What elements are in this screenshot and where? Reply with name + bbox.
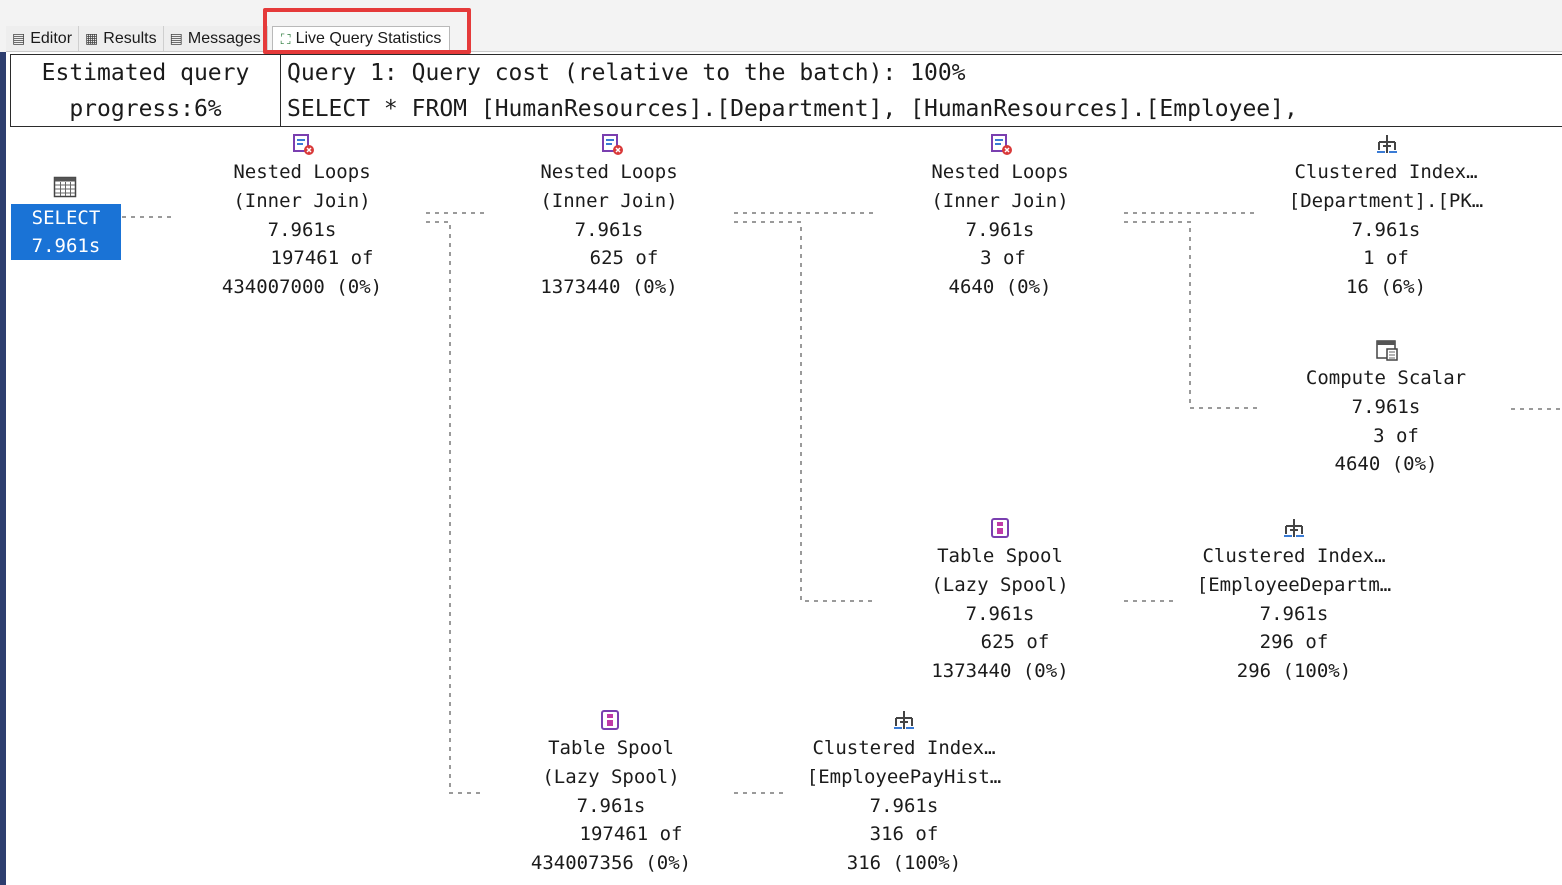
node-operator: Clustered Index…	[1294, 161, 1478, 183]
node-subtype: (Inner Join)	[540, 189, 678, 212]
node-estimate: 4640 (0%)	[1334, 453, 1438, 476]
table-spool-icon	[598, 708, 622, 732]
node-rows: 296 of	[1259, 631, 1329, 654]
node-operator: Nested Loops	[931, 161, 1069, 183]
node-operator: Compute Scalar	[1305, 367, 1467, 389]
plan-node-table-spool-1[interactable]: Table Spool (Lazy Spool) 7.961s 625 of 1…	[900, 542, 1100, 686]
node-time: 7.961s	[965, 218, 1035, 241]
tab-messages[interactable]: ▤ Messages	[163, 26, 268, 51]
progress-cell: Estimated query progress:6%	[11, 55, 281, 126]
tab-strip: ▤ Editor ▦ Results ▤ Messages ⛶ Live Que…	[6, 26, 451, 51]
connector-nl1-spool2	[426, 221, 484, 794]
node-rows: 316 of	[869, 823, 939, 846]
nested-loops-icon	[600, 132, 624, 156]
tab-bar: ▤ Editor ▦ Results ▤ Messages ⛶ Live Que…	[0, 0, 1562, 52]
node-time: 7.961s	[869, 794, 939, 817]
node-object: [Department].[PK…	[1288, 189, 1484, 212]
messages-icon: ▤	[169, 30, 183, 46]
node-subtype: (Inner Join)	[233, 189, 371, 212]
clustered-index-icon	[1282, 516, 1306, 540]
node-subtype: (Lazy Spool)	[542, 765, 680, 788]
tab-divider	[6, 51, 1562, 52]
node-subtype: (Lazy Spool)	[931, 573, 1069, 596]
plan-node-nested-loops-3[interactable]: Nested Loops (Inner Join) 7.961s 3 of 46…	[900, 158, 1100, 302]
node-object: [EmployeePayHist…	[806, 765, 1002, 788]
node-operator: Table Spool	[937, 545, 1063, 567]
query-cell: Query 1: Query cost (relative to the bat…	[287, 55, 1562, 126]
tab-results[interactable]: ▦ Results	[79, 26, 164, 51]
query-text: SELECT * FROM [HumanResources].[Departme…	[287, 96, 1298, 122]
plan-node-clustered-index-employee-department[interactable]: Clustered Index… [EmployeeDepartm… 7.961…	[1176, 542, 1412, 686]
node-time: 7.961s	[1351, 395, 1421, 418]
node-object: [EmployeeDepartm…	[1196, 573, 1392, 596]
node-time: 7.961s	[576, 794, 646, 817]
node-estimate: 434007000 (0%)	[221, 276, 383, 299]
clustered-index-icon	[892, 708, 916, 732]
node-estimate: 1373440 (0%)	[540, 276, 678, 299]
node-estimate: 296 (100%)	[1236, 660, 1352, 683]
node-rows: 197461 of	[579, 823, 683, 846]
connector-nl2-spool1	[734, 221, 874, 602]
tab-live-query-statistics-label: Live Query Statistics	[295, 30, 442, 47]
select-result-icon	[53, 175, 77, 199]
node-rows: 625 of	[589, 247, 659, 270]
node-operator: Clustered Index…	[1202, 545, 1386, 567]
table-spool-icon	[988, 516, 1012, 540]
plan-canvas: SELECT 7.961s Nested Loops (Inner Join) …	[6, 127, 1562, 885]
node-estimate: 1373440 (0%)	[931, 660, 1069, 683]
node-time: 7.961s	[1259, 602, 1329, 625]
progress-label: Estimated query	[41, 60, 250, 86]
node-estimate: 16 (6%)	[1345, 276, 1427, 299]
plan-node-clustered-index-department[interactable]: Clustered Index… [Department].[PK… 7.961…	[1268, 158, 1504, 302]
plan-header: Estimated query progress:6% Query 1: Que…	[10, 54, 1562, 127]
node-rows: 625 of	[980, 631, 1050, 654]
node-operator: Nested Loops	[233, 161, 371, 183]
tab-live-query-statistics[interactable]: ⛶ Live Query Statistics	[271, 26, 451, 51]
connector-nl3-compute	[1124, 221, 1262, 409]
plan-node-clustered-index-employee-pay-history[interactable]: Clustered Index… [EmployeePayHist… 7.961…	[786, 734, 1022, 878]
plan-node-compute-scalar[interactable]: Compute Scalar 7.961s 3 of 4640 (0%)	[1286, 364, 1486, 479]
plan-node-nested-loops-1[interactable]: Nested Loops (Inner Join) 7.961s 197461 …	[200, 158, 404, 302]
node-rows: 1 of	[1363, 247, 1409, 270]
tab-editor[interactable]: ▤ Editor	[6, 26, 80, 51]
live-stats-icon: ⛶	[280, 30, 291, 47]
tab-results-label: Results	[103, 29, 157, 47]
plan-node-nested-loops-2[interactable]: Nested Loops (Inner Join) 7.961s 625 of …	[509, 158, 709, 302]
nested-loops-icon	[989, 132, 1013, 156]
progress-value: progress:6%	[69, 96, 222, 122]
node-estimate: 316 (100%)	[846, 852, 962, 875]
editor-icon: ▤	[12, 30, 26, 46]
clustered-index-icon	[1375, 132, 1399, 156]
compute-scalar-icon	[1375, 338, 1399, 362]
node-subtype: (Inner Join)	[931, 189, 1069, 212]
node-rows: 3 of	[1373, 424, 1419, 447]
select-node[interactable]: SELECT 7.961s	[11, 204, 121, 260]
plan-node-table-spool-2[interactable]: Table Spool (Lazy Spool) 7.961s 197461 o…	[506, 734, 716, 878]
select-label: SELECT	[31, 207, 101, 229]
node-operator: Nested Loops	[540, 161, 678, 183]
node-rows: 197461 of	[270, 247, 374, 270]
query-cost: Query 1: Query cost (relative to the bat…	[287, 60, 966, 86]
node-estimate: 4640 (0%)	[948, 276, 1052, 299]
node-operator: Table Spool	[548, 737, 674, 759]
select-time: 7.961s	[31, 235, 101, 257]
grid-icon: ▦	[85, 30, 99, 46]
node-time: 7.961s	[965, 602, 1035, 625]
node-rows: 3 of	[980, 247, 1026, 270]
node-operator: Clustered Index…	[812, 737, 996, 759]
tab-messages-label: Messages	[187, 29, 261, 47]
node-time: 7.961s	[1351, 218, 1421, 241]
node-time: 7.961s	[574, 218, 644, 241]
nested-loops-icon	[291, 132, 315, 156]
node-estimate: 434007356 (0%)	[530, 852, 692, 875]
node-time: 7.961s	[267, 218, 337, 241]
tab-editor-label: Editor	[30, 29, 73, 47]
